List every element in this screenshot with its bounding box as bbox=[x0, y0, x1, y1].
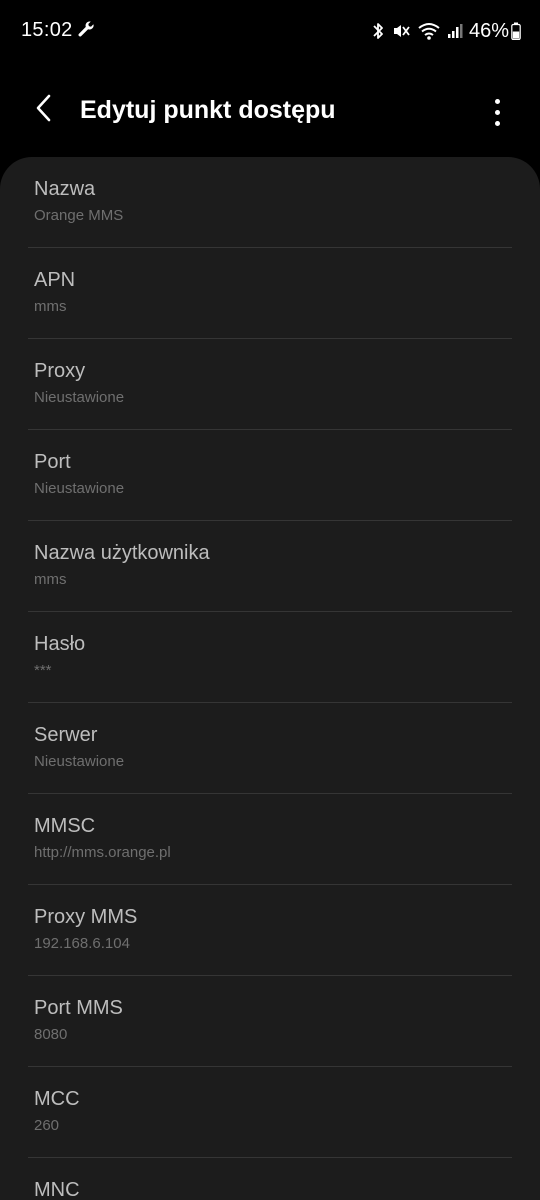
more-options-dot bbox=[494, 109, 500, 115]
field-value: mms bbox=[34, 298, 67, 315]
field-title: Nazwa użytkownika bbox=[34, 542, 210, 564]
field-value: Orange MMS bbox=[34, 207, 124, 224]
field-mnc[interactable]: MNC bbox=[28, 1158, 512, 1200]
field-title: Serwer bbox=[34, 724, 98, 746]
field-mmsc[interactable]: MMSC http://mms.orange.pl bbox=[28, 794, 512, 885]
back-button[interactable] bbox=[24, 88, 64, 132]
field-title: Port MMS bbox=[34, 997, 123, 1019]
field-title: Proxy bbox=[34, 360, 86, 382]
more-options-icon bbox=[494, 98, 500, 104]
status-icons: 46% bbox=[365, 18, 521, 44]
back-arrow-icon bbox=[34, 93, 54, 128]
field-title: Hasło bbox=[34, 633, 86, 655]
field-title: Port bbox=[34, 451, 71, 473]
field-value: http://mms.orange.pl bbox=[34, 844, 171, 861]
field-value: *** bbox=[34, 662, 52, 679]
field-value: Nieustawione bbox=[34, 480, 125, 497]
more-options-button[interactable] bbox=[482, 92, 512, 132]
field-value: 192.168.6.104 bbox=[34, 935, 130, 952]
wrench-icon bbox=[77, 20, 95, 38]
field-password[interactable]: Hasło *** bbox=[28, 612, 512, 703]
status-bar: 15:02 46% bbox=[0, 0, 540, 62]
page-title: Edytuj punkt dostępu bbox=[80, 96, 336, 124]
field-username[interactable]: Nazwa użytkownika mms bbox=[28, 521, 512, 612]
field-title: Nazwa bbox=[34, 178, 96, 200]
bluetooth-icon bbox=[371, 21, 385, 41]
field-port[interactable]: Port Nieustawione bbox=[28, 430, 512, 521]
screen: 15:02 46% Edytuj punkt dostępu Nazwa Ora… bbox=[0, 0, 540, 1200]
field-proxy[interactable]: Proxy Nieustawione bbox=[28, 339, 512, 430]
field-value: Nieustawione bbox=[34, 753, 125, 770]
field-title: MNC bbox=[34, 1179, 80, 1200]
battery-icon bbox=[511, 22, 521, 40]
battery-percent: 46% bbox=[468, 19, 509, 42]
field-value: Nieustawione bbox=[34, 389, 125, 406]
app-header: Edytuj punkt dostępu bbox=[0, 62, 540, 158]
field-title: APN bbox=[34, 269, 76, 291]
field-mms-port[interactable]: Port MMS 8080 bbox=[28, 976, 512, 1067]
field-title: MMSC bbox=[34, 815, 96, 837]
field-title: Proxy MMS bbox=[34, 906, 138, 928]
field-server[interactable]: Serwer Nieustawione bbox=[28, 703, 512, 794]
signal-icon bbox=[447, 21, 463, 41]
field-value: 8080 bbox=[34, 1026, 68, 1043]
field-value: 260 bbox=[34, 1117, 60, 1134]
field-value: mms bbox=[34, 571, 67, 588]
wifi-icon bbox=[417, 21, 441, 41]
field-mcc[interactable]: MCC 260 bbox=[28, 1067, 512, 1158]
apn-settings-list: Nazwa Orange MMS APN mms Proxy Nieustawi… bbox=[0, 157, 540, 1200]
field-title: MCC bbox=[34, 1088, 80, 1110]
field-name[interactable]: Nazwa Orange MMS bbox=[28, 157, 512, 248]
field-mms-proxy[interactable]: Proxy MMS 192.168.6.104 bbox=[28, 885, 512, 976]
field-apn[interactable]: APN mms bbox=[28, 248, 512, 339]
more-options-dot bbox=[494, 120, 500, 126]
mute-vibrate-icon bbox=[391, 21, 411, 41]
status-time: 15:02 bbox=[21, 19, 73, 41]
